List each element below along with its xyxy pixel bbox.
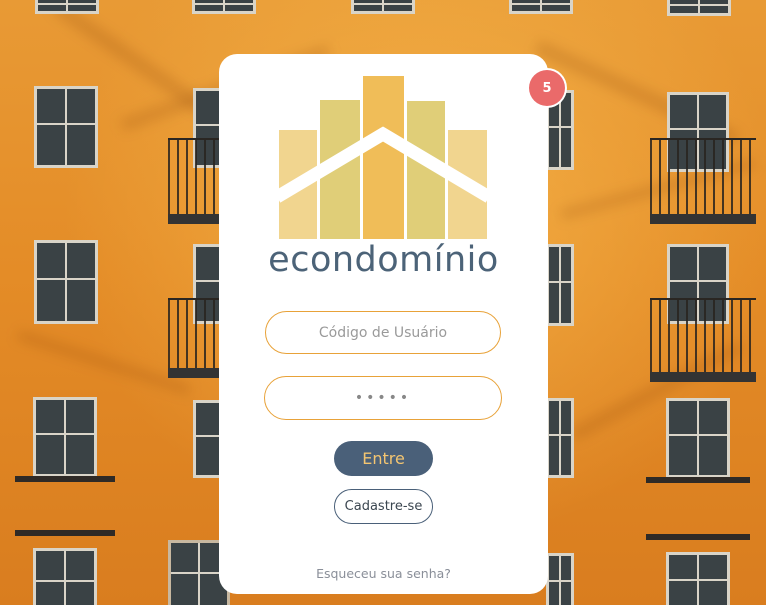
- forgot-password-link[interactable]: Esqueceu sua senha?: [219, 566, 548, 581]
- window: [34, 240, 98, 324]
- notification-badge[interactable]: 5: [529, 70, 565, 106]
- window: [546, 553, 574, 605]
- window: [34, 86, 98, 168]
- brand-name: econdomínio: [268, 240, 499, 280]
- password-input[interactable]: [264, 376, 502, 420]
- register-button[interactable]: Cadastre-se: [334, 489, 433, 524]
- window: [666, 398, 730, 478]
- window: [192, 0, 256, 14]
- balcony-railing: [650, 298, 756, 382]
- window: [33, 397, 97, 477]
- window: [666, 552, 730, 605]
- enter-button[interactable]: Entre: [334, 441, 433, 476]
- econdominio-logo: [277, 76, 489, 239]
- balcony-railing: [650, 138, 756, 224]
- balcony-railing: [168, 138, 224, 224]
- window-sill: [15, 530, 115, 536]
- window: [509, 0, 573, 14]
- window: [546, 244, 574, 326]
- logo-bar: [363, 76, 404, 239]
- balcony-railing: [168, 298, 224, 378]
- user-code-input[interactable]: [265, 311, 501, 354]
- window: [35, 0, 99, 14]
- window: [667, 0, 731, 16]
- notification-count: 5: [542, 80, 552, 96]
- window-sill: [15, 476, 115, 482]
- window: [546, 398, 574, 478]
- window-sill: [646, 534, 750, 540]
- window: [33, 548, 97, 605]
- window: [351, 0, 415, 14]
- window-sill: [646, 477, 750, 483]
